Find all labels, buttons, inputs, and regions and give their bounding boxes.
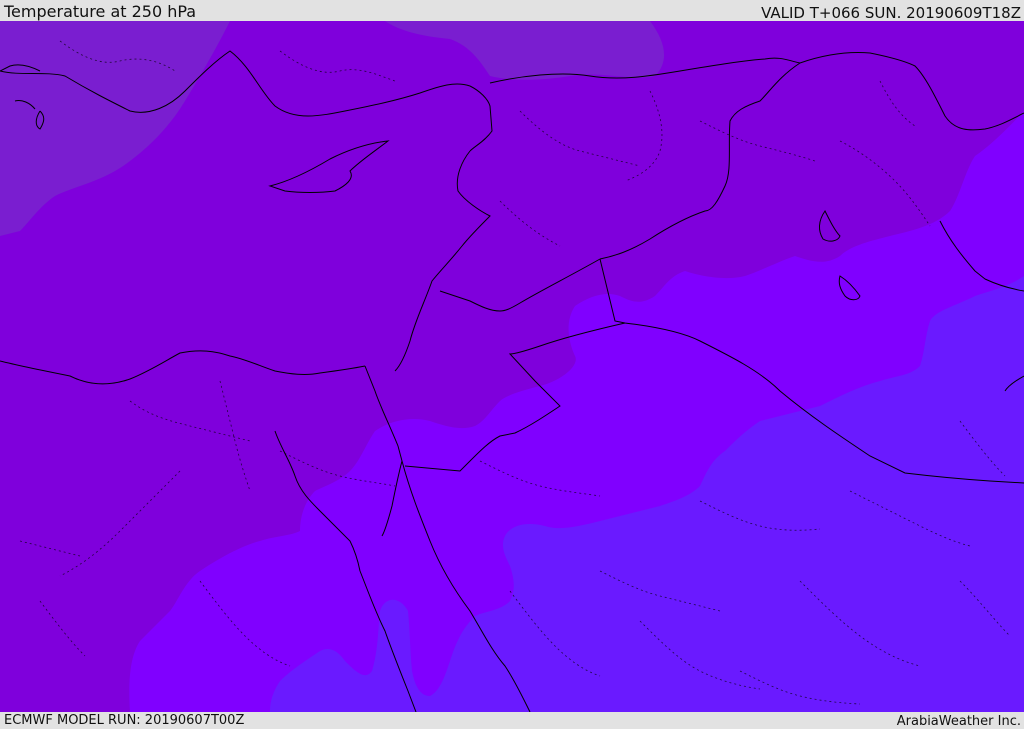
temperature-map[interactable]	[0, 21, 1024, 712]
map-title: Temperature at 250 hPa	[4, 2, 197, 21]
header-bar: Temperature at 250 hPa VALID T+066 SUN. …	[0, 0, 1024, 22]
map-canvas	[0, 21, 1024, 712]
forecast-map-frame: Temperature at 250 hPa VALID T+066 SUN. …	[0, 0, 1024, 729]
valid-time: VALID T+066 SUN. 20190609T18Z	[761, 4, 1021, 22]
footer-bar: ECMWF MODEL RUN: 20190607T00Z ArabiaWeat…	[0, 712, 1024, 729]
brand-credit: ArabiaWeather Inc.	[896, 714, 1021, 729]
model-run-label: ECMWF MODEL RUN: 20190607T00Z	[4, 713, 245, 728]
